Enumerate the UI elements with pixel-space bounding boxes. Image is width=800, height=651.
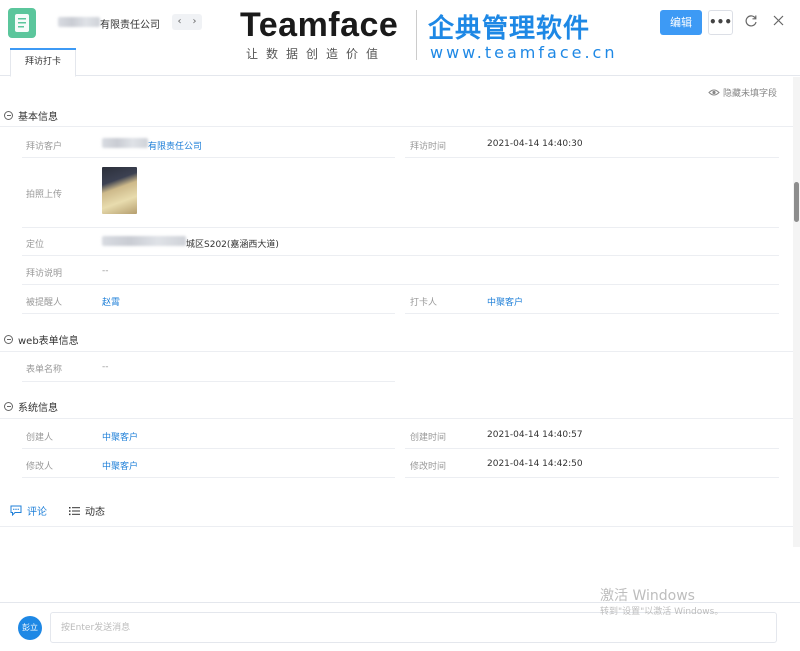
divider bbox=[22, 227, 779, 228]
divider bbox=[22, 381, 395, 382]
edit-button[interactable]: 编辑 bbox=[660, 10, 702, 35]
eye-icon bbox=[708, 89, 720, 96]
brand-logo: Teamface bbox=[240, 6, 399, 44]
field-label-modifier: 修改人 bbox=[26, 462, 54, 472]
tab-bar: 拜访打卡 bbox=[0, 46, 800, 77]
field-value-visit-customer[interactable]: 有限责任公司 bbox=[148, 139, 202, 152]
section-web-form-title: web表单信息 bbox=[18, 336, 79, 347]
more-icon[interactable]: ••• bbox=[708, 10, 733, 35]
field-value-creator[interactable]: 中聚客户 bbox=[102, 430, 138, 443]
field-value-visit-note: -- bbox=[102, 266, 109, 276]
section-basic-title: 基本信息 bbox=[18, 112, 58, 123]
tab-comments-label: 评论 bbox=[27, 507, 47, 518]
field-value-create-time: 2021-04-14 14:40:57 bbox=[487, 430, 583, 440]
divider bbox=[405, 313, 779, 314]
document-icon bbox=[8, 8, 36, 38]
brand-cn-name: 企典管理软件 bbox=[428, 14, 591, 44]
tab-activity[interactable]: 动态 bbox=[69, 503, 105, 518]
divider bbox=[405, 157, 779, 158]
field-value-location: 城区S202(嘉涵西大道) bbox=[186, 240, 279, 250]
field-value-form-name: -- bbox=[102, 362, 109, 372]
collapse-icon bbox=[4, 335, 13, 344]
hide-empty-fields-label: 隐藏未填字段 bbox=[723, 89, 778, 99]
field-label-checkin-person: 打卡人 bbox=[410, 298, 438, 308]
divider bbox=[22, 157, 395, 158]
divider bbox=[22, 448, 395, 449]
divider bbox=[0, 418, 795, 419]
divider bbox=[0, 526, 795, 527]
redacted-title bbox=[58, 17, 100, 27]
field-label-creator: 创建人 bbox=[26, 433, 54, 443]
field-value-checkin-person[interactable]: 中聚客户 bbox=[487, 295, 523, 308]
section-system-header[interactable]: 系统信息 bbox=[4, 399, 58, 414]
field-label-create-time: 创建时间 bbox=[410, 433, 447, 443]
field-label-location: 定位 bbox=[26, 240, 45, 250]
section-web-form-header[interactable]: web表单信息 bbox=[4, 332, 79, 347]
refresh-icon[interactable] bbox=[744, 14, 758, 28]
redacted-location bbox=[102, 236, 186, 246]
divider bbox=[22, 313, 395, 314]
divider bbox=[0, 351, 795, 352]
field-label-visit-note: 拜访说明 bbox=[26, 269, 63, 279]
divider bbox=[405, 448, 779, 449]
chevron-right-icon[interactable]: › bbox=[187, 14, 202, 30]
vertical-scrollbar[interactable] bbox=[793, 77, 800, 547]
collapse-icon bbox=[4, 402, 13, 411]
field-label-form-name: 表单名称 bbox=[26, 365, 63, 375]
tab-activity-label: 动态 bbox=[85, 507, 105, 518]
activation-watermark-title: 激活 Windows bbox=[600, 588, 695, 604]
section-system-title: 系统信息 bbox=[18, 403, 58, 414]
collapse-icon bbox=[4, 111, 13, 120]
activation-watermark-subtitle: 转到"设置"以激活 Windows。 bbox=[600, 607, 724, 617]
field-value-modify-time: 2021-04-14 14:42:50 bbox=[487, 459, 583, 469]
avatar: 彭立 bbox=[18, 616, 42, 640]
divider bbox=[22, 255, 779, 256]
comment-tabs: 评论 动态 bbox=[10, 503, 105, 518]
field-value-reminded-person[interactable]: 赵霄 bbox=[102, 295, 120, 308]
divider bbox=[22, 477, 395, 478]
divider bbox=[22, 284, 779, 285]
record-nav: ‹ › bbox=[172, 14, 202, 30]
divider bbox=[0, 126, 795, 127]
divider bbox=[405, 477, 779, 478]
field-value-visit-time: 2021-04-14 14:40:30 bbox=[487, 139, 583, 149]
field-label-visit-customer: 拜访客户 bbox=[26, 142, 63, 152]
record-title: 有限责任公司 bbox=[100, 20, 160, 31]
comment-icon bbox=[10, 505, 22, 516]
detail-content: 隐藏未填字段 基本信息 拜访客户 有限责任公司 拜访时间 2021-04-14 … bbox=[0, 77, 795, 602]
field-label-photo-upload: 拍照上传 bbox=[26, 190, 63, 200]
hide-empty-fields-toggle[interactable]: 隐藏未填字段 bbox=[708, 86, 777, 99]
uploaded-photo[interactable] bbox=[102, 167, 137, 214]
window-header: 有限责任公司 ‹ › Teamface 让数据创造价值 企典管理软件 www.t… bbox=[0, 0, 800, 62]
chevron-left-icon[interactable]: ‹ bbox=[172, 14, 187, 30]
tab-comments[interactable]: 评论 bbox=[10, 503, 47, 518]
scrollbar-thumb[interactable] bbox=[794, 182, 799, 222]
list-icon bbox=[69, 506, 80, 515]
close-icon[interactable] bbox=[772, 14, 785, 27]
tab-visit-checkin[interactable]: 拜访打卡 bbox=[10, 48, 76, 77]
field-label-reminded-person: 被提醒人 bbox=[26, 298, 63, 308]
redacted-customer bbox=[102, 138, 148, 148]
field-value-modifier[interactable]: 中聚客户 bbox=[102, 459, 138, 472]
field-label-visit-time: 拜访时间 bbox=[410, 142, 447, 152]
section-basic-header[interactable]: 基本信息 bbox=[4, 108, 58, 123]
field-label-modify-time: 修改时间 bbox=[410, 462, 447, 472]
